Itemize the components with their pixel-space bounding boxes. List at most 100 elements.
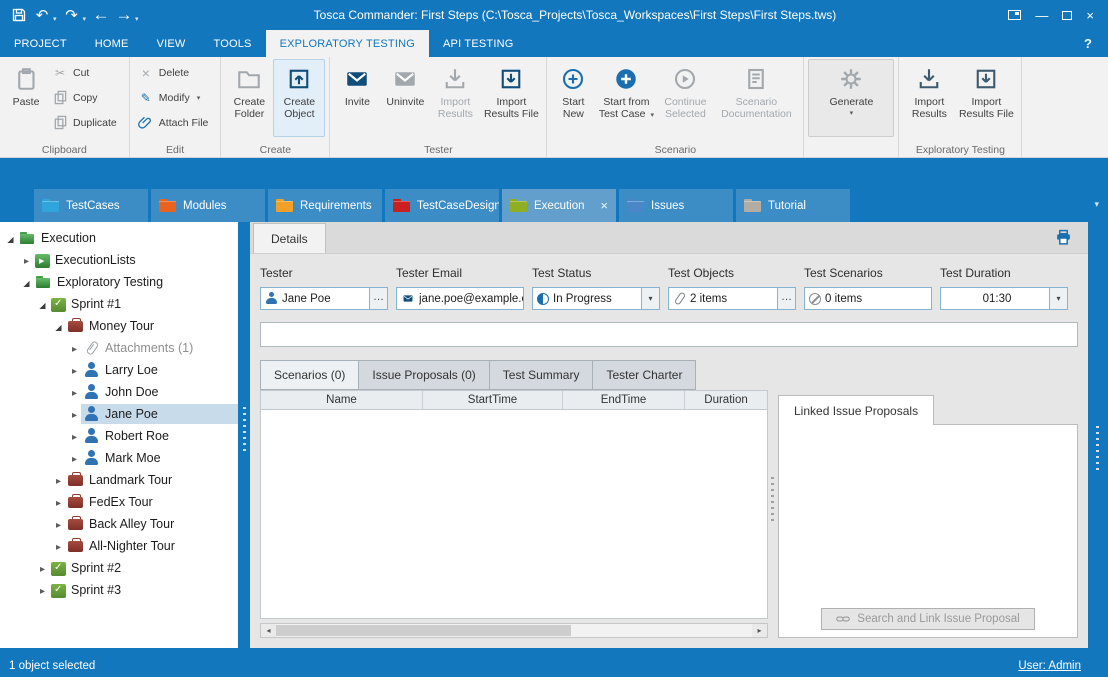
close-tab-icon[interactable]: ×	[600, 198, 608, 213]
column-header[interactable]: Name	[261, 391, 423, 409]
ribbon-tab[interactable]: TOOLS	[199, 30, 265, 57]
test-objects-browse-button[interactable]	[777, 288, 795, 309]
tree-expander-icon[interactable]	[68, 451, 81, 465]
tree-item[interactable]: Sprint #1	[0, 293, 238, 315]
tree-expander-icon[interactable]	[68, 385, 81, 399]
scenario-documentation-button[interactable]: Scenario Documentation	[713, 59, 799, 137]
workspace-tab[interactable]: TestCaseDesign ×	[385, 189, 499, 222]
print-icon[interactable]	[1055, 229, 1072, 249]
tree-item[interactable]: Jane Poe	[0, 403, 238, 425]
generate-button[interactable]: Generate ▾	[808, 59, 894, 137]
tree-expander-icon[interactable]	[68, 407, 81, 421]
splitter-grip-icon[interactable]	[771, 477, 774, 523]
close-icon[interactable]: ×	[1086, 8, 1094, 23]
column-header[interactable]: StartTime	[423, 391, 563, 409]
scrollbar-track[interactable]	[276, 624, 752, 637]
tree-expander-icon[interactable]	[20, 275, 33, 289]
et-import-results-button[interactable]: Import Results	[903, 59, 955, 137]
start-from-test-case-button[interactable]: Start from Test Case ▾	[595, 59, 657, 137]
import-results-file-button[interactable]: Import Results File	[480, 59, 542, 137]
search-and-link-issue-proposal-button[interactable]: Search and Link Issue Proposal	[821, 608, 1034, 630]
right-edge-splitter[interactable]	[1088, 222, 1108, 648]
save-icon[interactable]	[8, 3, 30, 27]
tree-expander-icon[interactable]	[36, 561, 49, 575]
redo-icon[interactable]: ↷	[61, 3, 83, 27]
horizontal-scrollbar[interactable]: ◂ ▸	[260, 623, 768, 638]
ribbon-tab[interactable]: VIEW	[143, 30, 200, 57]
tree-details-splitter[interactable]	[238, 222, 250, 648]
tree-item[interactable]: Money Tour	[0, 315, 238, 337]
delete-button[interactable]: ×Delete	[134, 60, 217, 85]
tree-expander-icon[interactable]	[52, 539, 65, 553]
tree-item[interactable]: FedEx Tour	[0, 491, 238, 513]
continue-selected-button[interactable]: Continue Selected	[657, 59, 713, 137]
tree-expander-icon[interactable]	[20, 253, 33, 267]
tree-item[interactable]: Robert Roe	[0, 425, 238, 447]
tree-expander-icon[interactable]	[36, 583, 49, 597]
workspace-tab[interactable]: Tutorial ×	[736, 189, 850, 222]
tree-item[interactable]: Sprint #3	[0, 579, 238, 601]
tester-input[interactable]: Jane Poe	[260, 287, 388, 310]
ribbon-tab[interactable]: PROJECT	[0, 30, 81, 57]
cut-button[interactable]: ✂Cut	[48, 60, 125, 85]
workspace-tab[interactable]: TestCases ×	[34, 189, 148, 222]
tree-expander-icon[interactable]	[36, 297, 49, 311]
scroll-left-icon[interactable]: ◂	[261, 624, 276, 637]
tester-email-input[interactable]: jane.poe@example.com	[396, 287, 524, 310]
scenarios-subtab[interactable]: Tester Charter	[592, 360, 696, 390]
dock-window-icon[interactable]	[1008, 10, 1021, 20]
test-status-dropdown-button[interactable]	[641, 288, 659, 309]
splitter-grip-icon[interactable]	[243, 407, 246, 455]
tree-item[interactable]: Landmark Tour	[0, 469, 238, 491]
tree-item[interactable]: Sprint #2	[0, 557, 238, 579]
invite-button[interactable]: Invite	[334, 59, 380, 137]
tree-expander-icon[interactable]	[68, 341, 81, 355]
scenarios-subtab[interactable]: Test Summary	[489, 360, 593, 390]
create-object-button[interactable]: Create Object	[273, 59, 325, 137]
tree-expander-icon[interactable]	[52, 319, 65, 333]
test-objects-input[interactable]: 2 items	[668, 287, 796, 310]
minimize-icon[interactable]: —	[1035, 8, 1048, 23]
undo-icon[interactable]: ↶	[31, 3, 53, 27]
ribbon-tab[interactable]: API TESTING	[429, 30, 527, 57]
help-button[interactable]: ?	[1068, 30, 1108, 57]
tab-details[interactable]: Details	[253, 223, 326, 253]
tree-item[interactable]: ExecutionLists	[0, 249, 238, 271]
tree-item[interactable]: Back Alley Tour	[0, 513, 238, 535]
scenarios-subtab[interactable]: Issue Proposals (0)	[358, 360, 488, 390]
workspace-tab[interactable]: Execution ×	[502, 189, 616, 222]
workspace-tab[interactable]: Requirements ×	[268, 189, 382, 222]
tree-expander-icon[interactable]	[68, 363, 81, 377]
tree-item[interactable]: Execution	[0, 227, 238, 249]
scroll-right-icon[interactable]: ▸	[752, 624, 767, 637]
tree-item[interactable]: Mark Moe	[0, 447, 238, 469]
et-import-results-file-button[interactable]: Import Results File	[955, 59, 1017, 137]
modify-button[interactable]: ✎Modify▾	[134, 85, 217, 110]
uninvite-button[interactable]: Uninvite	[380, 59, 430, 137]
forward-icon[interactable]: →	[113, 3, 135, 27]
tree-expander-icon[interactable]	[4, 231, 17, 245]
import-results-button[interactable]: Import Results	[430, 59, 480, 137]
tab-linked-issue-proposals[interactable]: Linked Issue Proposals	[778, 395, 934, 425]
attach-file-button[interactable]: Attach File	[134, 110, 217, 135]
tree-expander-icon[interactable]	[68, 429, 81, 443]
workspace-tab[interactable]: Issues ×	[619, 189, 733, 222]
tab-list-dropdown-icon[interactable]: ▾	[1094, 199, 1099, 210]
maximize-icon[interactable]	[1062, 11, 1072, 20]
tree-expander-icon[interactable]	[52, 495, 65, 509]
workspace-tab[interactable]: Modules ×	[151, 189, 265, 222]
redo-dropdown-icon[interactable]: ▾	[83, 15, 87, 23]
test-duration-select[interactable]: 01:30	[940, 287, 1068, 310]
test-scenarios-input[interactable]: 0 items	[804, 287, 932, 310]
ribbon-tab[interactable]: EXPLORATORY TESTING	[266, 30, 429, 57]
back-icon[interactable]: ←	[90, 3, 112, 27]
splitter-grip-icon[interactable]	[1096, 426, 1099, 472]
duplicate-button[interactable]: Duplicate	[48, 110, 125, 135]
tree-expander-icon[interactable]	[52, 473, 65, 487]
paste-button[interactable]: Paste	[4, 59, 48, 137]
panes-splitter[interactable]	[768, 360, 778, 638]
tree-item[interactable]: Attachments (1)	[0, 337, 238, 359]
scenarios-subtab[interactable]: Scenarios (0)	[260, 360, 358, 390]
ribbon-tab[interactable]: HOME	[81, 30, 143, 57]
tree-item[interactable]: Larry Loe	[0, 359, 238, 381]
